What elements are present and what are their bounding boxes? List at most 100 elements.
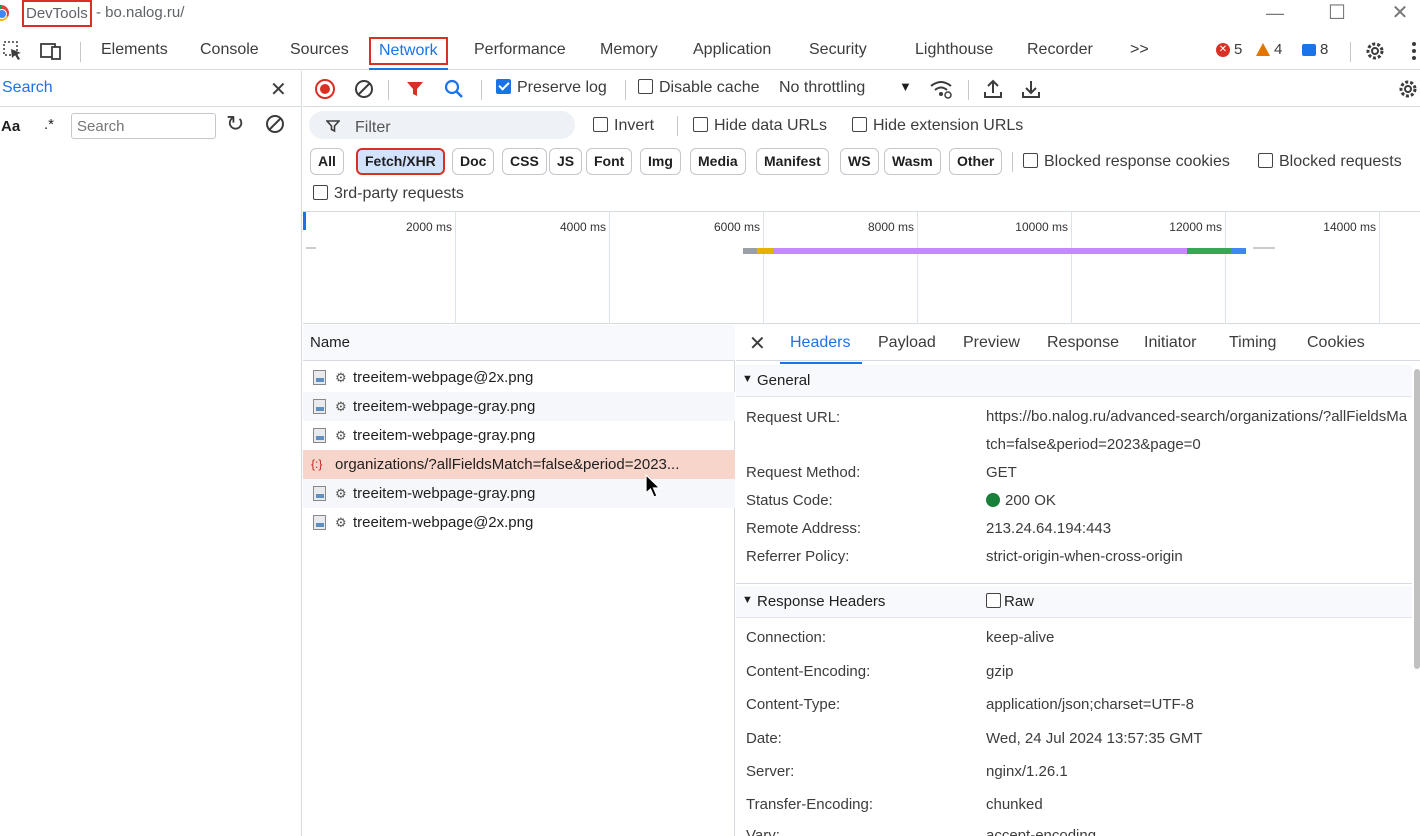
mouse-cursor-icon (645, 474, 661, 498)
tab-response[interactable]: Response (1047, 334, 1119, 352)
type-filter-other[interactable]: Other (949, 148, 1003, 175)
type-filter-media[interactable]: Media (690, 148, 746, 175)
timeline-request-bar (757, 248, 773, 254)
timeline-request-bar (773, 248, 1187, 254)
request-row[interactable]: ⚙ treeitem-webpage@2x.png (303, 508, 735, 537)
minimize-button[interactable]: — (1260, 1, 1290, 25)
timeline-tick-label: 10000 ms (1015, 220, 1068, 234)
maximize-button[interactable]: ☐ (1322, 1, 1352, 25)
network-overview-timeline[interactable]: 2000 ms 4000 ms 6000 ms 8000 ms 10000 ms… (303, 211, 1420, 324)
type-filter-css[interactable]: CSS (502, 148, 547, 175)
details-scrollbar[interactable] (1412, 361, 1420, 836)
settings-gear-icon[interactable] (1364, 40, 1386, 62)
blocked-response-cookies-checkbox[interactable]: Blocked response cookies (1023, 153, 1230, 171)
timeline-tick-label: 6000 ms (713, 220, 760, 234)
checkbox-icon (1258, 153, 1273, 168)
filter-row: Filter Invert Hide data URLs Hide extens… (303, 108, 1420, 144)
message-count-badge[interactable]: 8 (1302, 41, 1328, 58)
tab-headers[interactable]: Headers (779, 334, 864, 364)
clear-log-icon[interactable] (353, 78, 375, 100)
type-filter-all[interactable]: All (310, 148, 344, 175)
header-value: chunked (986, 796, 1043, 813)
stop-recording-icon[interactable] (314, 78, 336, 100)
type-filter-doc[interactable]: Doc (452, 148, 495, 175)
disable-cache-checkbox[interactable]: Disable cache (638, 79, 760, 97)
request-row-selected[interactable]: {:} organizations/?allFieldsMatch=false&… (303, 450, 735, 479)
tab-sources[interactable]: Sources (282, 37, 357, 65)
general-section-header[interactable]: ▼ General (736, 365, 1412, 397)
invert-checkbox[interactable]: Invert (593, 117, 654, 135)
type-filter-wasm[interactable]: Wasm (884, 148, 941, 175)
response-headers-section-header[interactable]: ▼ Response Headers Raw (736, 586, 1412, 618)
divider (677, 116, 678, 136)
preserve-log-checkbox[interactable]: Preserve log (496, 79, 607, 97)
clear-search-icon[interactable] (264, 113, 286, 135)
tab-recorder[interactable]: Recorder (1019, 37, 1101, 65)
request-row[interactable]: ⚙ treeitem-webpage-gray.png (303, 479, 735, 508)
filter-funnel-icon[interactable] (405, 79, 425, 99)
header-value: gzip (986, 663, 1014, 680)
export-har-icon[interactable] (1020, 78, 1042, 100)
close-search-icon[interactable]: ✕ (270, 77, 287, 102)
network-settings-gear-icon[interactable] (1397, 78, 1419, 100)
error-count-badge[interactable]: ✕ 5 (1216, 41, 1242, 58)
chevron-down-icon[interactable]: ▼ (899, 79, 912, 94)
expand-arrow-icon: ▼ (742, 373, 753, 385)
tab-application[interactable]: Application (685, 37, 779, 65)
type-filter-js[interactable]: JS (549, 148, 583, 175)
header-key: Transfer-Encoding: (746, 796, 874, 813)
devtools-tabstrip: Elements Console Sources Network Perform… (0, 32, 1420, 70)
tab-network[interactable]: Network (369, 37, 448, 70)
tab-security[interactable]: Security (801, 37, 875, 65)
xhr-icon: {:} (311, 457, 323, 471)
scrollbar-thumb[interactable] (1414, 369, 1420, 669)
throttling-select[interactable]: No throttling (779, 79, 865, 97)
match-case-button[interactable]: Aa (1, 118, 20, 135)
request-row[interactable]: ⚙ treeitem-webpage@2x.png (303, 363, 735, 392)
warning-count-badge[interactable]: 4 (1256, 41, 1282, 58)
header-value: accept-encoding (986, 827, 1097, 836)
request-row[interactable]: ⚙ treeitem-webpage-gray.png (303, 392, 735, 421)
tab-timing[interactable]: Timing (1229, 334, 1276, 352)
hide-data-urls-checkbox[interactable]: Hide data URLs (693, 117, 827, 135)
type-filter-ws[interactable]: WS (840, 148, 879, 175)
hide-extension-urls-checkbox[interactable]: Hide extension URLs (852, 117, 1023, 135)
tab-console[interactable]: Console (192, 37, 267, 65)
third-party-requests-checkbox[interactable]: 3rd-party requests (313, 185, 464, 203)
header-key: Server: (746, 763, 795, 780)
more-options-icon[interactable] (1403, 40, 1420, 62)
inspect-element-icon[interactable] (2, 40, 24, 62)
timeline-tick-label: 2000 ms (405, 220, 452, 234)
type-filter-manifest[interactable]: Manifest (756, 148, 829, 175)
search-icon[interactable] (443, 78, 465, 100)
tab-elements[interactable]: Elements (93, 37, 176, 65)
filter-input[interactable]: Filter (309, 111, 575, 139)
tab-preview[interactable]: Preview (963, 334, 1020, 352)
device-toggle-icon[interactable] (40, 40, 62, 62)
close-window-button[interactable]: ✕ (1385, 1, 1415, 25)
tab-performance[interactable]: Performance (466, 37, 574, 65)
type-filter-img[interactable]: Img (640, 148, 681, 175)
type-filter-font[interactable]: Font (586, 148, 633, 175)
refresh-search-icon[interactable]: ↻ (226, 111, 244, 137)
network-conditions-icon[interactable] (929, 78, 953, 100)
tab-memory[interactable]: Memory (592, 37, 666, 65)
regex-button[interactable]: .* (44, 116, 54, 133)
tab-initiator[interactable]: Initiator (1144, 334, 1196, 352)
network-toolbar: Preserve log Disable cache No throttling… (303, 71, 1420, 107)
close-details-icon[interactable]: ✕ (749, 331, 766, 356)
divider (1350, 42, 1351, 62)
blocked-requests-checkbox[interactable]: Blocked requests (1258, 153, 1402, 171)
search-input[interactable] (71, 113, 216, 139)
tab-payload[interactable]: Payload (878, 334, 936, 352)
tab-cookies[interactable]: Cookies (1307, 334, 1365, 352)
tab-lighthouse[interactable]: Lighthouse (907, 37, 1001, 65)
import-har-icon[interactable] (982, 78, 1004, 100)
request-row[interactable]: ⚙ treeitem-webpage-gray.png (303, 421, 735, 450)
window-url: - bo.nalog.ru/ (96, 4, 185, 21)
more-tabs-button[interactable]: >> (1122, 37, 1157, 65)
name-column-header[interactable]: Name (310, 334, 350, 351)
raw-checkbox[interactable]: Raw (986, 593, 1034, 610)
type-filter-fetch-xhr[interactable]: Fetch/XHR (356, 148, 445, 175)
checkbox-icon (852, 117, 867, 132)
